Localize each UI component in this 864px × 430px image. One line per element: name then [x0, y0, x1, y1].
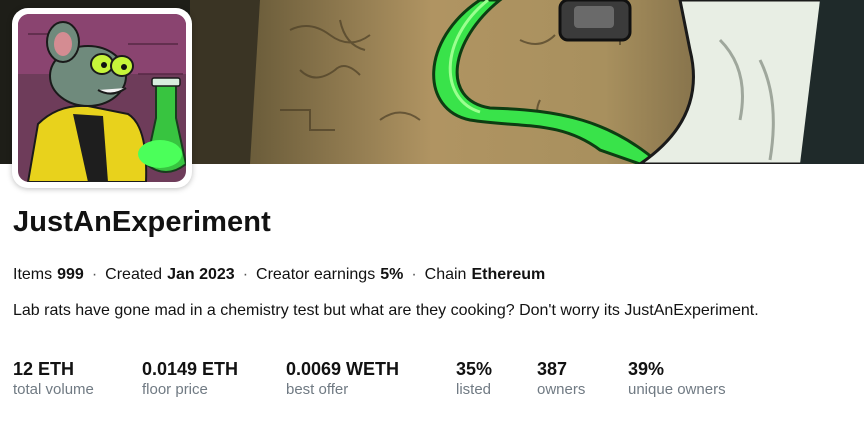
- stat-floor-price[interactable]: 0.0149 ETH floor price: [142, 358, 238, 400]
- meta-separator: ·: [411, 266, 417, 283]
- stat-value: 12 ETH: [13, 359, 75, 379]
- created-value: Jan 2023: [167, 266, 235, 283]
- stat-label: best offer: [286, 381, 349, 398]
- stat-label: owners: [537, 381, 586, 398]
- stat-listed[interactable]: 35% listed: [456, 358, 492, 400]
- creator-earnings-label: Creator earnings: [256, 266, 376, 283]
- stat-value: 0.0069 WETH: [286, 359, 400, 379]
- meta-separator: ·: [242, 266, 249, 283]
- chain-label: Chain: [424, 266, 467, 283]
- created-label: Created: [105, 266, 163, 283]
- items-label: Items: [13, 266, 53, 283]
- stat-total-volume[interactable]: 12 ETH total volume: [13, 358, 94, 400]
- stat-unique-owners[interactable]: 39% unique owners: [628, 358, 726, 400]
- stat-best-offer[interactable]: 0.0069 WETH best offer: [286, 358, 399, 400]
- stat-value: 35%: [456, 359, 493, 379]
- stat-value: 387: [537, 359, 568, 379]
- stat-label: floor price: [142, 381, 208, 398]
- items-value: 999: [57, 266, 84, 283]
- stat-label: listed: [456, 381, 492, 398]
- collection-title: JustAnExperiment: [13, 206, 271, 238]
- stat-label: unique owners: [628, 381, 726, 398]
- stat-value: 39%: [628, 359, 665, 379]
- stat-value: 0.0149 ETH: [142, 359, 239, 379]
- collection-avatar: [12, 8, 192, 188]
- stat-owners[interactable]: 387 owners: [537, 358, 585, 400]
- collection-meta-row: Items 999 · Created Jan 2023 · Creator e…: [13, 266, 545, 284]
- collection-description: Lab rats have gone mad in a chemistry te…: [13, 302, 759, 319]
- stat-label: total volume: [13, 381, 94, 398]
- creator-earnings-value: 5%: [380, 266, 404, 283]
- meta-separator: ·: [91, 266, 98, 283]
- chain-value: Ethereum: [471, 266, 546, 283]
